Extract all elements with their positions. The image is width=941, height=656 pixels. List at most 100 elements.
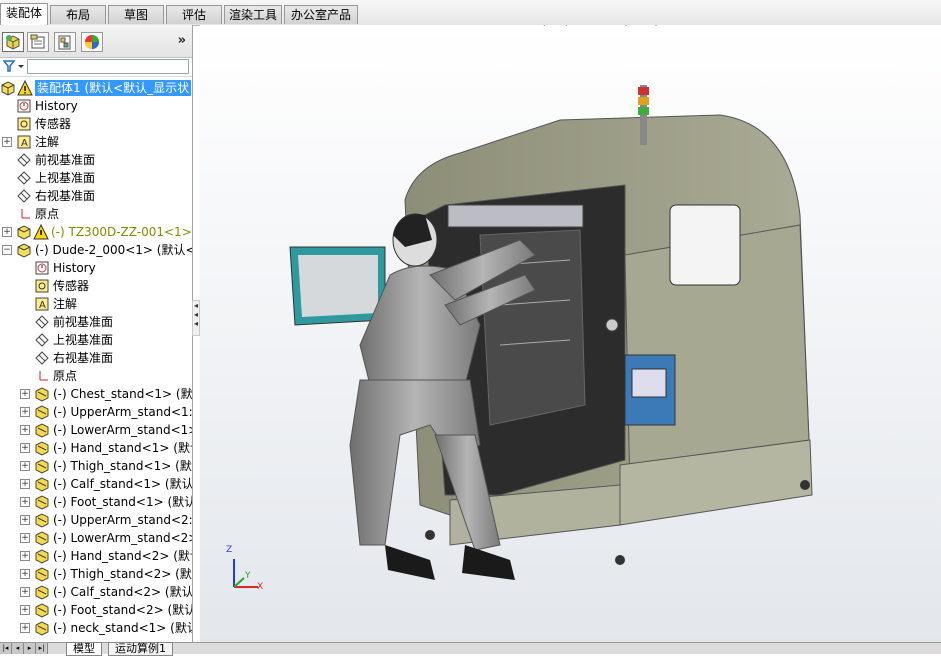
tree-expander-icon[interactable]: + xyxy=(20,551,30,561)
tree-expander-icon[interactable]: + xyxy=(20,569,30,579)
part-icon xyxy=(35,495,49,510)
part-icon xyxy=(35,567,49,582)
tree-item-label: (-) neck_stand<1> (默认 xyxy=(53,621,193,635)
tab-office-products[interactable]: 办公室产品 xyxy=(284,5,358,24)
side-monitor xyxy=(289,246,386,326)
tree-item[interactable]: 前视基准面 xyxy=(0,151,192,169)
svg-text:A: A xyxy=(21,138,28,149)
tree-item[interactable]: + (-) Thigh_stand<2> (默认 xyxy=(0,565,192,583)
tree-item[interactable]: 右视基准面 xyxy=(0,349,192,367)
plane-icon xyxy=(17,153,31,167)
tree-item[interactable]: 原点 xyxy=(0,205,192,223)
tab-layout[interactable]: 布局 xyxy=(50,5,106,24)
tree-expander-icon[interactable]: + xyxy=(20,407,30,417)
sensor-icon xyxy=(17,117,31,131)
tree-item[interactable]: 原点 xyxy=(0,367,192,385)
prev-tab-arrow-icon[interactable]: ◂ xyxy=(12,643,24,654)
tree-item[interactable]: History xyxy=(0,259,192,277)
tree-item[interactable]: + (-) LowerArm_stand<1> xyxy=(0,421,192,439)
expand-panel-chevron-icon[interactable]: » xyxy=(178,33,186,48)
tree-item-label: 前视基准面 xyxy=(35,153,96,167)
tree-item[interactable]: History xyxy=(0,97,192,115)
configuration-manager-tab[interactable] xyxy=(54,32,76,52)
tree-item-label: (-) Foot_stand<1> (默认 xyxy=(53,495,193,509)
tree-expander-icon[interactable]: + xyxy=(20,515,30,525)
configuration-icon xyxy=(58,35,71,50)
first-tab-arrow-icon[interactable]: |◂ xyxy=(0,643,12,654)
tree-item[interactable]: + (-) Calf_stand<2> (默认 xyxy=(0,583,192,601)
warning-icon xyxy=(17,80,33,96)
feature-tree-tab[interactable] xyxy=(2,32,24,52)
tree-item-label: 原点 xyxy=(35,207,60,221)
tree-item[interactable]: 上视基准面 xyxy=(0,331,192,349)
tree-expander-icon[interactable]: + xyxy=(2,137,12,147)
tree-item[interactable]: + (-) Foot_stand<2> (默认 xyxy=(0,601,192,619)
tree-expander-icon[interactable]: + xyxy=(20,497,30,507)
tree-item[interactable]: 上视基准面 xyxy=(0,169,192,187)
tree-expander-icon[interactable]: + xyxy=(20,623,30,633)
tree-item[interactable]: + A 注解 xyxy=(0,133,192,151)
property-manager-tab[interactable] xyxy=(27,32,49,52)
tree-expander-icon[interactable]: + xyxy=(2,227,12,237)
tab-assembly[interactable]: 装配体 xyxy=(0,3,48,25)
tree-filter-row xyxy=(0,58,192,77)
tree-item[interactable]: + (-) UpperArm_stand<2: xyxy=(0,511,192,529)
last-tab-arrow-icon[interactable]: ▸| xyxy=(36,643,48,654)
tree-item[interactable]: − (-) Dude-2_000<1> (默认< xyxy=(0,241,192,259)
appearance-icon xyxy=(85,35,99,49)
triad-z-label: Z xyxy=(226,545,233,555)
tree-item-label: 注解 xyxy=(35,135,60,149)
part-icon xyxy=(35,423,49,438)
tree-item[interactable]: A 注解 xyxy=(0,295,192,313)
tree-item[interactable]: + (-) UpperArm_stand<1: xyxy=(0,403,192,421)
tree-item-label: (-) Chest_stand<1> (默认 xyxy=(53,387,193,401)
tree-item-label: (-) Thigh_stand<2> (默认 xyxy=(53,567,193,581)
next-tab-arrow-icon[interactable]: ▸ xyxy=(24,643,36,654)
subassembly-icon xyxy=(17,225,31,240)
tree-expander-icon[interactable]: + xyxy=(20,425,30,435)
assembly-tree-icon xyxy=(6,35,20,50)
tree-expander-icon[interactable]: − xyxy=(2,245,12,255)
tree-item[interactable]: 前视基准面 xyxy=(0,313,192,331)
tree-item[interactable]: + (-) Calf_stand<1> (默认 xyxy=(0,475,192,493)
tree-expander-icon[interactable]: + xyxy=(20,605,30,615)
panel-splitter[interactable]: ◂ ◂ ◂ xyxy=(192,300,200,336)
tree-item[interactable]: + (-) TZ300D-ZZ-001<1> xyxy=(0,223,192,241)
tab-evaluate[interactable]: 评估 xyxy=(166,5,222,24)
part-icon xyxy=(35,441,49,456)
property-manager-icon xyxy=(30,34,45,49)
tree-item[interactable]: + (-) Hand_stand<2> (默认 xyxy=(0,547,192,565)
tree-item-label: 原点 xyxy=(53,369,78,383)
tree-item[interactable]: 传感器 xyxy=(0,277,192,295)
tree-root-assembly[interactable]: 装配体1 (默认<默认_显示状 xyxy=(0,79,192,97)
tree-item[interactable]: 右视基准面 xyxy=(0,187,192,205)
tree-item[interactable]: + (-) Foot_stand<1> (默认 xyxy=(0,493,192,511)
display-manager-tab[interactable] xyxy=(81,32,103,52)
part-icon xyxy=(35,387,49,402)
tab-render-tools[interactable]: 渲染工具 xyxy=(224,5,282,24)
tree-item[interactable]: + (-) Chest_stand<1> (默认 xyxy=(0,385,192,403)
tree-item-label: (-) LowerArm_stand<1> xyxy=(53,423,193,437)
tree-item[interactable]: + (-) Thigh_stand<1> (默认 xyxy=(0,457,192,475)
assembly-model-render[interactable] xyxy=(200,25,941,642)
tree-item[interactable]: + (-) neck_stand<1> (默认 xyxy=(0,619,192,637)
tree-expander-icon[interactable]: + xyxy=(20,479,30,489)
tree-filter-input[interactable] xyxy=(27,59,189,74)
tree-item[interactable]: 传感器 xyxy=(0,115,192,133)
command-manager-tabs: 装配体 布局 草图 评估 渲染工具 办公室产品 xyxy=(0,0,941,26)
tree-expander-icon[interactable]: + xyxy=(20,461,30,471)
tree-expander-icon[interactable]: + xyxy=(20,587,30,597)
tree-expander-icon[interactable]: + xyxy=(20,443,30,453)
part-icon xyxy=(35,513,49,528)
graphics-viewport[interactable]: ▼ ▼ ▼ ▼ ▼ xyxy=(200,25,941,642)
tree-item-label: (-) Hand_stand<2> (默认 xyxy=(53,549,193,563)
tree-item[interactable]: + (-) Hand_stand<1> (默认 xyxy=(0,439,192,457)
tree-expander-icon[interactable]: + xyxy=(20,389,30,399)
warning-icon xyxy=(33,224,49,240)
filter-icon[interactable] xyxy=(3,60,25,73)
tab-sketch[interactable]: 草图 xyxy=(108,5,164,24)
tree-item[interactable]: + (-) LowerArm_stand<2> xyxy=(0,529,192,547)
tab-motion-study[interactable]: 运动算例1 xyxy=(108,642,173,656)
tab-model[interactable]: 模型 xyxy=(66,642,102,656)
tree-expander-icon[interactable]: + xyxy=(20,533,30,543)
